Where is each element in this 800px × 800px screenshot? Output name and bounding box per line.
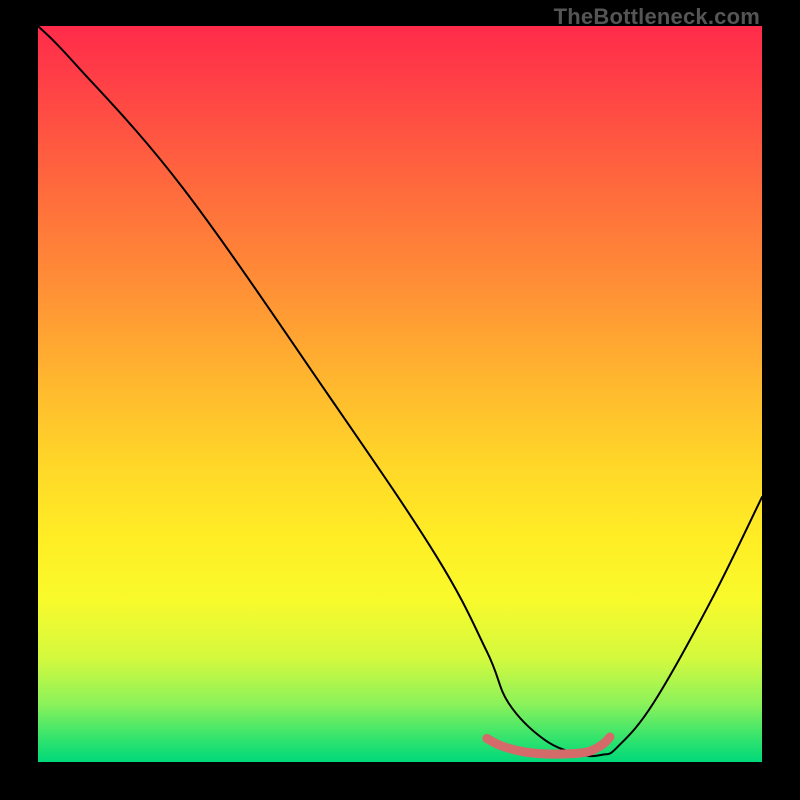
chart-plot-area: [38, 26, 762, 762]
watermark-text: TheBottleneck.com: [554, 4, 760, 30]
chart-frame: TheBottleneck.com: [0, 0, 800, 800]
